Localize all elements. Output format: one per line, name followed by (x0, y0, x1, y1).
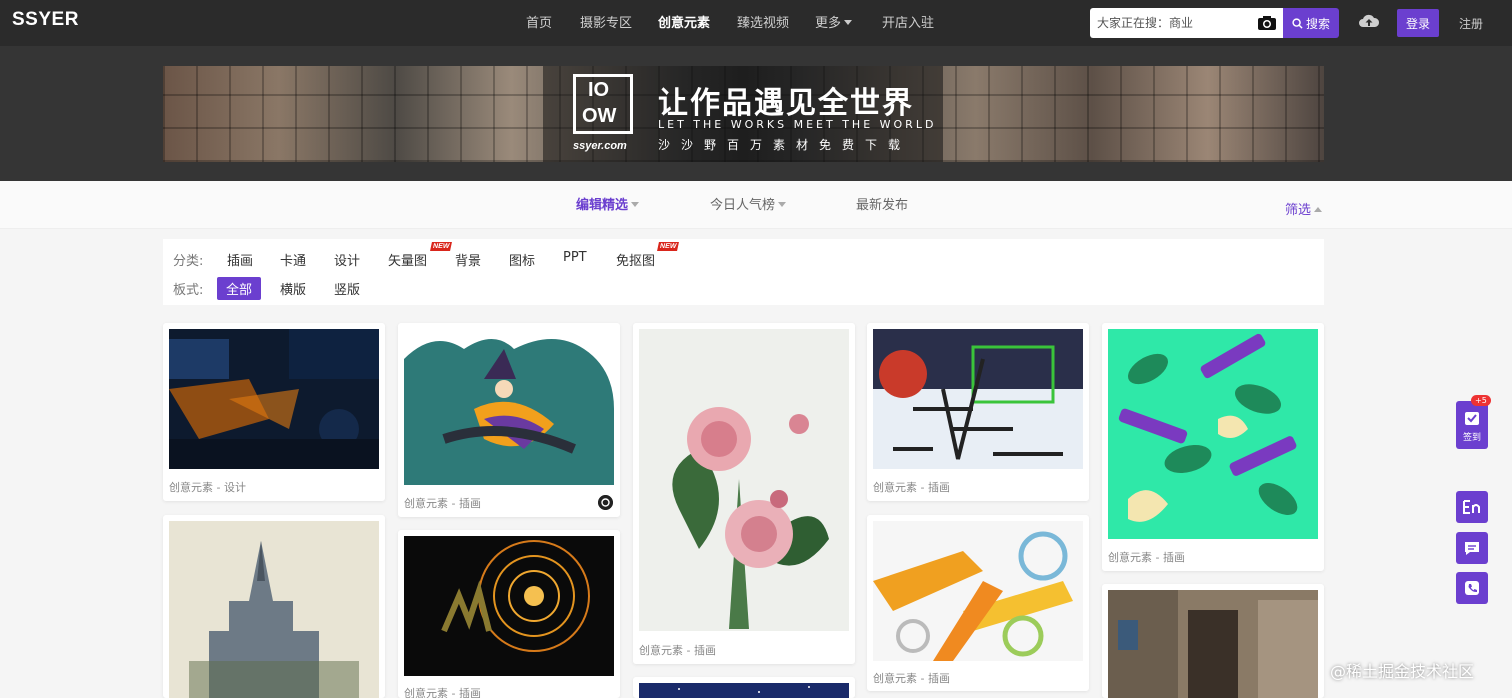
category-ppt[interactable]: PPT (563, 250, 587, 265)
nav-more[interactable]: 更多 (815, 12, 853, 31)
banner-subtitle: LET THE WORKS MEET THE WORLD (658, 118, 937, 131)
chevron-down-icon (631, 202, 640, 207)
card-thumbnail (1108, 590, 1318, 698)
phone-icon (1465, 581, 1479, 595)
banner-logo-bottom: OW (582, 105, 617, 127)
nav-more-label: 更多 (815, 16, 842, 31)
card-thumbnail (1108, 329, 1318, 539)
copyright-icon (598, 495, 613, 510)
login-button[interactable]: 登录 (1397, 9, 1439, 37)
tab-editor-picks[interactable]: 编辑精选 (576, 194, 640, 213)
category-cartoon[interactable]: 卡通 (280, 250, 306, 269)
filter-toggle[interactable]: 筛选 (1285, 199, 1323, 218)
card-thumbnail (639, 329, 849, 631)
card-thumbnail (169, 329, 379, 469)
banner-logo-top: IO (588, 79, 610, 101)
image-card[interactable]: 创意元素 - 插画 (633, 323, 855, 664)
search-box (1090, 8, 1283, 38)
layout-label: 板式: (173, 283, 204, 298)
sort-bar: 编辑精选 今日人气榜 最新发布 筛选 (0, 181, 1512, 229)
feedback-button[interactable] (1456, 532, 1488, 564)
tab-popular-today-label: 今日人气榜 (710, 198, 776, 213)
cloud-upload-icon[interactable] (1358, 12, 1380, 30)
nav-home[interactable]: 首页 (526, 12, 552, 31)
watermark: @稀土掘金技术社区 (1330, 662, 1475, 681)
category-icons[interactable]: 图标 (509, 250, 535, 269)
tab-latest[interactable]: 最新发布 (856, 194, 908, 213)
message-icon (1465, 542, 1479, 555)
search-button-label: 搜索 (1305, 16, 1330, 31)
banner-section: IO OW ssyer.com 让作品遇见全世界 LET THE WORKS M… (0, 46, 1512, 181)
banner-logo: IO OW (573, 74, 633, 134)
layout-vertical[interactable]: 竖版 (334, 279, 360, 298)
search-icon (1292, 17, 1303, 29)
site-logo[interactable]: SSYER (12, 9, 79, 31)
category-label: 分类: (173, 254, 204, 269)
image-card[interactable] (1102, 584, 1324, 698)
tab-editor-picks-label: 编辑精选 (576, 198, 629, 213)
card-caption: 创意元素 - 插画 (873, 481, 950, 494)
calendar-check-icon (1465, 412, 1479, 425)
checkin-label: 签到 (1462, 433, 1481, 443)
chevron-down-icon (778, 202, 787, 207)
card-caption: 创意元素 - 插画 (404, 497, 481, 510)
image-card[interactable]: 创意元素 - 插画 (398, 323, 620, 517)
card-thumbnail (169, 521, 379, 698)
search-button[interactable]: 搜索 (1283, 8, 1339, 38)
english-toggle-button[interactable] (1456, 491, 1488, 523)
category-vector[interactable]: 矢量图 (388, 250, 427, 269)
image-card[interactable] (633, 677, 855, 698)
card-thumbnail (873, 521, 1083, 661)
english-icon (1463, 500, 1480, 514)
category-design[interactable]: 设计 (334, 250, 360, 269)
nav-videos[interactable]: 臻选视频 (737, 12, 789, 31)
layout-horizontal[interactable]: 横版 (280, 279, 306, 298)
contact-button[interactable] (1456, 572, 1488, 604)
chevron-up-icon (1314, 207, 1323, 212)
banner-subtitle-cn: 沙沙野百万素材免费下载 (658, 138, 912, 152)
nav-creative-elements[interactable]: 创意元素 (658, 12, 710, 31)
new-badge: NEW (657, 242, 680, 251)
search-input[interactable] (1090, 8, 1240, 38)
checkin-button[interactable]: +5 签到 (1456, 395, 1491, 449)
banner-site: ssyer.com (573, 140, 627, 152)
image-card[interactable]: 创意元素 - 设计 (163, 323, 385, 501)
new-badge: NEW (430, 242, 453, 251)
filter-toggle-label: 筛选 (1285, 203, 1312, 218)
top-navbar: SSYER 首页 摄影专区 创意元素 臻选视频 更多 开店入驻 搜索 登录 注册 (0, 0, 1512, 46)
layout-all[interactable]: 全部 (217, 277, 262, 300)
category-illustration[interactable]: 插画 (227, 250, 253, 269)
image-card[interactable]: 创意元素 - 插画 (867, 323, 1089, 501)
card-caption: 创意元素 - 插画 (639, 644, 716, 657)
filter-panel: 分类: 插画 卡通 设计 矢量图 NEW 背景 图标 PPT 免抠图 NEW 板… (163, 239, 1324, 305)
tab-popular-today[interactable]: 今日人气榜 (710, 194, 787, 213)
card-caption: 创意元素 - 插画 (1108, 551, 1185, 564)
nav-photography[interactable]: 摄影专区 (580, 12, 632, 31)
chevron-down-icon (844, 20, 853, 25)
camera-icon[interactable] (1257, 15, 1277, 31)
image-card[interactable]: 创意元素 - 插画 (867, 515, 1089, 691)
card-thumbnail (404, 329, 614, 485)
card-thumbnail (873, 329, 1083, 469)
image-card[interactable]: 创意元素 - 插画 (398, 530, 620, 698)
card-thumbnail (404, 536, 614, 676)
nav-open-shop[interactable]: 开店入驻 (882, 12, 934, 31)
card-caption: 创意元素 - 插画 (404, 687, 481, 698)
image-card[interactable] (163, 515, 385, 698)
image-card[interactable]: 创意元素 - 插画 (1102, 323, 1324, 571)
banner-image[interactable]: IO OW ssyer.com 让作品遇见全世界 LET THE WORKS M… (163, 66, 1324, 162)
card-caption: 创意元素 - 插画 (873, 672, 950, 685)
banner-title: 让作品遇见全世界 (658, 86, 914, 121)
category-cutout[interactable]: 免抠图 (616, 250, 655, 269)
category-background[interactable]: 背景 (455, 250, 481, 269)
card-thumbnail (639, 683, 849, 698)
card-caption: 创意元素 - 设计 (169, 481, 246, 494)
checkin-bonus-badge: +5 (1471, 395, 1491, 406)
register-link[interactable]: 注册 (1459, 15, 1483, 32)
